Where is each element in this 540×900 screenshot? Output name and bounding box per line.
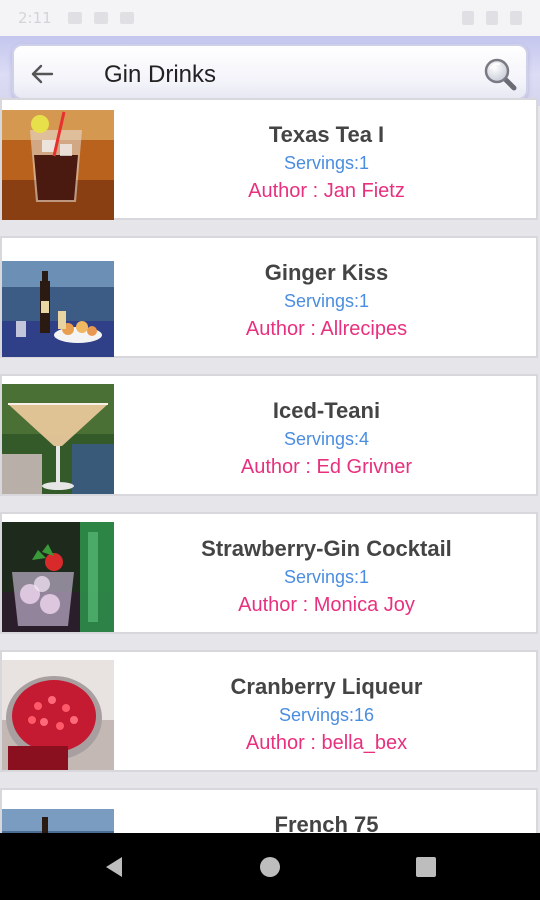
recipe-title: Cranberry Liqueur (230, 674, 423, 699)
recipe-servings: Servings:1 (283, 567, 370, 587)
recipe-title: Ginger Kiss (264, 260, 389, 285)
recipe-info: Strawberry-Gin Cocktail Servings:1 Autho… (117, 514, 536, 617)
recipe-card[interactable]: Iced-Teani Servings:4 Author : Ed Grivne… (0, 374, 538, 496)
wifi-icon (462, 11, 474, 25)
navigation-bar (0, 833, 540, 900)
nav-recents-icon[interactable] (412, 853, 440, 881)
notification-icons (67, 12, 134, 24)
status-time: 2:11 (18, 9, 52, 27)
notification-icon (67, 12, 82, 24)
search-header: Gin Drinks (0, 36, 540, 106)
screen: 2:11 Gin Drinks Texas Tea I Servings:1 A… (0, 0, 540, 900)
recipe-servings: Servings:1 (283, 291, 370, 311)
recipe-card[interactable]: Texas Tea I Servings:1 Author : Jan Fiet… (0, 98, 538, 220)
recipe-author: Author : Monica Joy (238, 594, 415, 616)
recipe-card[interactable]: Ginger Kiss Servings:1 Author : Allrecip… (0, 236, 538, 358)
recipe-card[interactable]: Strawberry-Gin Cocktail Servings:1 Autho… (0, 512, 538, 634)
recipe-info: Iced-Teani Servings:4 Author : Ed Grivne… (117, 376, 536, 479)
notification-icon (93, 12, 108, 24)
recipe-servings: Servings:16 (278, 705, 375, 725)
recipe-thumbnail-iced-teani (2, 384, 114, 494)
recipe-author: Author : bella_bex (245, 732, 408, 754)
battery-icon (510, 11, 522, 25)
back-arrow-icon[interactable] (28, 60, 56, 88)
recipe-thumbnail-strawberry-gin (2, 522, 114, 632)
recipe-thumbnail-texas-tea (2, 110, 114, 220)
status-bar: 2:11 (0, 0, 540, 36)
search-input[interactable]: Gin Drinks (104, 60, 216, 90)
signal-icon (486, 11, 498, 25)
recipe-author: Author : Jan Fietz (248, 180, 405, 202)
search-icon[interactable] (482, 56, 518, 92)
recipe-info: Ginger Kiss Servings:1 Author : Allrecip… (117, 238, 536, 341)
notification-icon (119, 12, 134, 24)
recipe-info: Texas Tea I Servings:1 Author : Jan Fiet… (117, 100, 536, 203)
recipe-title: Iced-Teani (272, 398, 381, 423)
recipe-title: Strawberry-Gin Cocktail (201, 536, 452, 561)
recipe-info: Cranberry Liqueur Servings:16 Author : b… (117, 652, 536, 755)
recipe-author: Author : Allrecipes (245, 318, 408, 340)
recipe-thumbnail-cranberry-liqueur (2, 660, 114, 770)
nav-back-icon[interactable] (100, 853, 128, 881)
recipe-thumbnail-ginger-kiss (2, 261, 114, 357)
recipe-title: Texas Tea I (268, 122, 385, 147)
recipe-card[interactable]: Cranberry Liqueur Servings:16 Author : b… (0, 650, 538, 772)
search-box: Gin Drinks (12, 44, 528, 100)
recipe-servings: Servings:1 (283, 153, 370, 173)
nav-home-icon[interactable] (256, 853, 284, 881)
recipe-servings: Servings:4 (283, 429, 370, 449)
recipe-author: Author : Ed Grivner (240, 456, 413, 478)
system-status-icons (462, 11, 522, 25)
